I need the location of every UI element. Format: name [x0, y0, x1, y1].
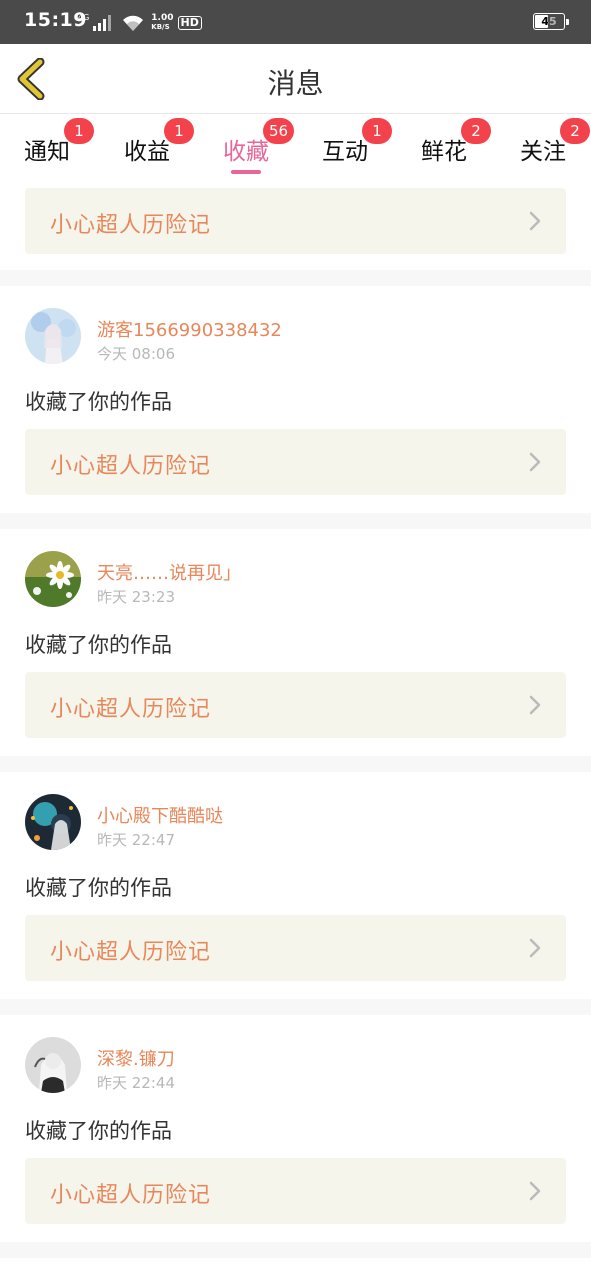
unread-badge: 2: [560, 118, 590, 144]
work-link-card[interactable]: 小心超人历险记: [25, 188, 566, 254]
tab-favorites[interactable]: 收藏 56: [223, 118, 313, 174]
chevron-right-icon: [529, 938, 541, 958]
tab-flowers[interactable]: 鲜花 2: [421, 118, 511, 170]
user-name[interactable]: 天亮……说再见」: [97, 559, 241, 585]
entry-action-text: 收藏了你的作品: [25, 633, 172, 657]
signal-icon: [93, 15, 112, 31]
chevron-right-icon: [529, 211, 541, 231]
tab-bar: 通知 1 收益 1 收藏 56 互动 1 鲜花 2 关注 2: [0, 114, 591, 174]
favorite-entry: 深黎.镰刀 昨天 22:44 收藏了你的作品 小心超人历险记: [0, 1015, 591, 1241]
entry-time: 昨天 22:47: [97, 831, 175, 849]
unread-badge: 1: [362, 118, 392, 144]
tab-label: 通知: [24, 139, 70, 165]
page-title: 消息: [267, 67, 324, 100]
work-title: 小心超人历险记: [50, 213, 212, 238]
section-divider: [0, 1242, 591, 1258]
entry-time: 今天 08:06: [97, 345, 175, 363]
entry-time: 昨天 23:23: [97, 588, 175, 606]
section-divider: [0, 513, 591, 529]
hd-icon: HD: [177, 16, 202, 30]
active-tab-indicator: [231, 170, 261, 174]
speed-unit: KB/S: [151, 23, 170, 31]
entry-time: 昨天 22:44: [97, 1074, 175, 1092]
tab-label: 鲜花: [421, 139, 467, 165]
work-title: 小心超人历险记: [50, 697, 212, 722]
tab-follows[interactable]: 关注 2: [520, 118, 591, 170]
unread-badge: 2: [461, 118, 491, 144]
section-divider: [0, 999, 591, 1015]
work-link-card[interactable]: 小心超人历险记: [25, 1158, 566, 1224]
work-link-card[interactable]: 小心超人历险记: [25, 672, 566, 738]
user-name[interactable]: 小心殿下酷酷哒: [97, 802, 223, 828]
avatar-image: [25, 551, 81, 607]
unread-badge: 1: [64, 118, 94, 144]
battery-level: 45: [541, 15, 557, 28]
chevron-right-icon: [529, 1181, 541, 1201]
user-name[interactable]: 深黎.镰刀: [97, 1045, 175, 1071]
section-divider: [0, 756, 591, 772]
tab-label: 关注: [520, 139, 566, 165]
tab-notifications[interactable]: 通知 1: [24, 118, 114, 170]
favorite-entry: 游客1566990338432 今天 08:06 收藏了你的作品 小心超人历险记: [0, 286, 591, 512]
tab-interactions[interactable]: 互动 1: [322, 118, 412, 170]
avatar[interactable]: [25, 308, 81, 364]
tab-label: 收藏: [223, 139, 269, 165]
chevron-right-icon: [529, 695, 541, 715]
unread-badge: 1: [164, 118, 194, 144]
work-link-card[interactable]: 小心超人历险记: [25, 915, 566, 981]
entry-action-text: 收藏了你的作品: [25, 390, 172, 414]
work-title: 小心超人历险记: [50, 1183, 212, 1208]
work-title: 小心超人历险记: [50, 454, 212, 479]
work-link-card[interactable]: 小心超人历险记: [25, 429, 566, 495]
work-title: 小心超人历险记: [50, 940, 212, 965]
user-name[interactable]: 游客1566990338432: [97, 316, 282, 342]
battery-cap: [566, 19, 569, 25]
section-divider: [0, 270, 591, 286]
unread-badge: 56: [263, 118, 295, 144]
network-type-label: 4G: [78, 13, 90, 22]
favorite-entry: 天亮……说再见」 昨天 23:23 收藏了你的作品 小心超人历险记: [0, 529, 591, 755]
favorite-entry: 小心殿下酷酷哒 昨天 22:47 收藏了你的作品 小心超人历险记: [0, 772, 591, 998]
entry-action-text: 收藏了你的作品: [25, 876, 172, 900]
avatar-image: [25, 794, 81, 850]
chevron-right-icon: [529, 452, 541, 472]
status-icons: 4G 1.00 KB/S HD: [78, 12, 202, 34]
avatar-image: [25, 308, 81, 364]
speed-value: 1.00: [151, 13, 174, 23]
entry-action-text: 收藏了你的作品: [25, 1119, 172, 1143]
avatar[interactable]: [25, 794, 81, 850]
avatar[interactable]: [25, 551, 81, 607]
avatar[interactable]: [25, 1037, 81, 1093]
tab-earnings[interactable]: 收益 1: [124, 118, 214, 170]
battery-icon: 45: [533, 13, 565, 30]
avatar-image: [25, 1037, 81, 1093]
header: 消息: [0, 44, 591, 114]
tab-label: 收益: [124, 139, 170, 165]
network-speed: 1.00 KB/S: [151, 14, 173, 32]
status-bar: 15:19 4G 1.00 KB/S HD 45: [0, 0, 591, 44]
wifi-icon: [123, 15, 144, 31]
tab-label: 互动: [322, 139, 368, 165]
